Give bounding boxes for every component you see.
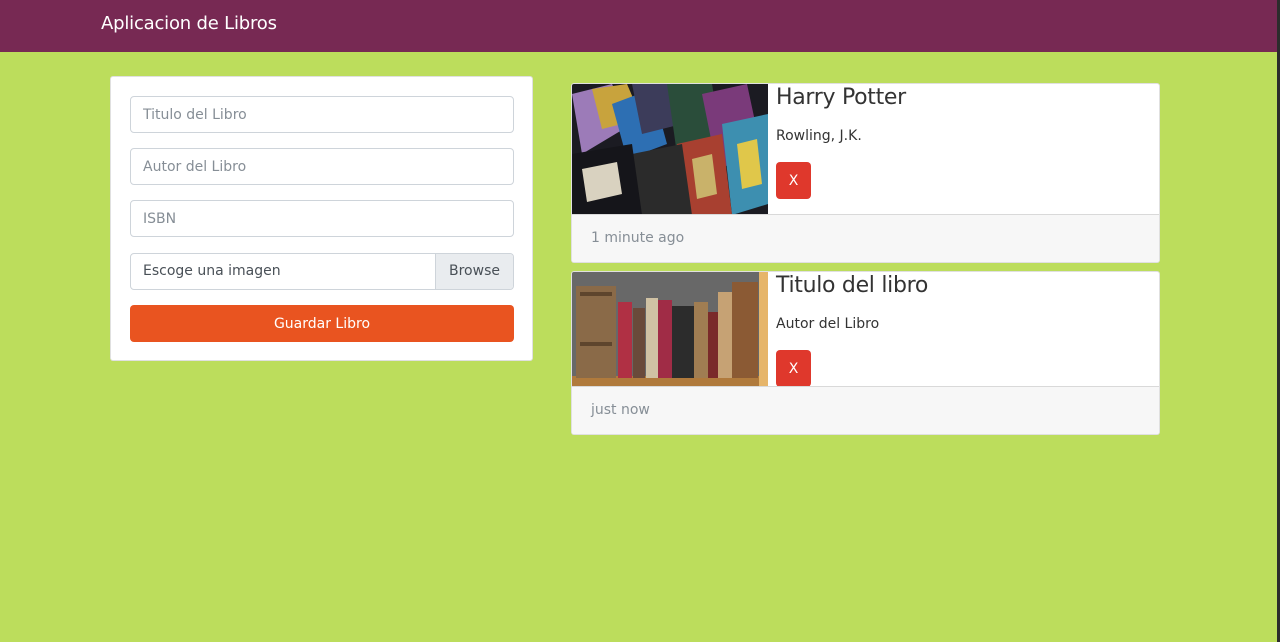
image-file-input[interactable]: Escoge una imagen Browse bbox=[130, 253, 514, 290]
book-timestamp: just now bbox=[572, 386, 1159, 434]
isbn-input[interactable] bbox=[130, 200, 514, 237]
book-cover-image bbox=[572, 84, 768, 215]
app-brand[interactable]: Aplicacion de Libros bbox=[101, 13, 277, 34]
book-title: Titulo del libro bbox=[776, 273, 929, 298]
navbar: Aplicacion de Libros bbox=[0, 0, 1280, 52]
browse-button[interactable]: Browse bbox=[435, 254, 513, 289]
book-cover-image bbox=[572, 272, 768, 386]
author-input[interactable] bbox=[130, 148, 514, 185]
book-author: Autor del Libro bbox=[776, 316, 880, 332]
delete-book-button[interactable]: X bbox=[776, 162, 811, 199]
book-card: Titulo del libro Autor del Libro X just … bbox=[571, 271, 1160, 435]
save-book-button[interactable]: Guardar Libro bbox=[130, 305, 514, 342]
title-input[interactable] bbox=[130, 96, 514, 133]
file-input-label: Escoge una imagen bbox=[143, 263, 281, 279]
delete-book-button[interactable]: X bbox=[776, 350, 811, 387]
book-card: Harry Potter Rowling, J.K. X 1 minute ag… bbox=[571, 83, 1160, 263]
book-form-card: Escoge una imagen Browse Guardar Libro bbox=[110, 76, 533, 361]
book-title: Harry Potter bbox=[776, 85, 906, 110]
book-timestamp: 1 minute ago bbox=[572, 214, 1159, 262]
book-author: Rowling, J.K. bbox=[776, 128, 862, 144]
